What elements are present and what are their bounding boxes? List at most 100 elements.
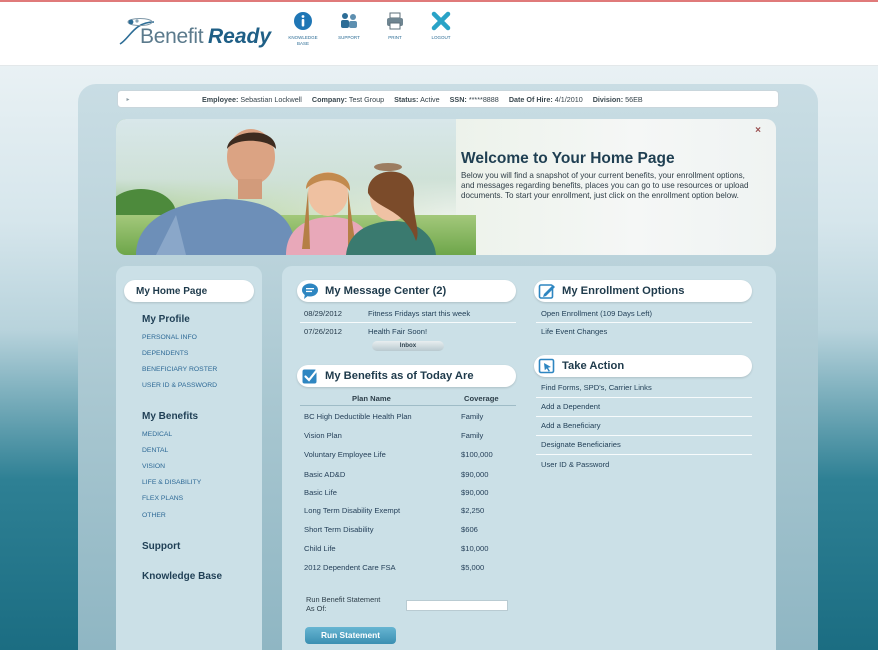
enrollment-option-link[interactable]: Open Enrollment (109 Days Left) — [541, 309, 652, 318]
take-action-link[interactable]: Find Forms, SPD's, Carrier Links — [541, 383, 652, 392]
edit-pencil-icon — [538, 284, 555, 299]
divider — [300, 405, 516, 406]
checkbox-check-icon — [302, 368, 319, 384]
enrollment-options-header: My Enrollment Options — [534, 280, 752, 302]
people-icon — [341, 13, 357, 28]
employee-info-bar: ▸ Employee: Sebastian Lockwell Company: … — [117, 90, 779, 108]
coverage-cell: $2,250 — [461, 506, 485, 515]
take-action-header: Take Action — [534, 355, 752, 377]
nav-logout-label: LOGOUT — [431, 35, 451, 40]
sidebar-item-dental[interactable]: DENTAL — [142, 447, 168, 454]
sidebar-section-benefits[interactable]: My Benefits — [142, 411, 198, 422]
inbox-button[interactable]: Inbox — [372, 341, 444, 351]
take-action-link[interactable]: Add a Dependent — [541, 402, 600, 411]
family-photo — [136, 129, 436, 255]
nav-support-label: SUPPORT — [338, 35, 360, 40]
nav-knowledge-base[interactable]: KNOWLEDGE BASE — [280, 10, 326, 46]
plan-name-cell[interactable]: Short Term Disability — [304, 525, 374, 534]
printer-icon — [387, 12, 403, 30]
x-icon — [431, 11, 451, 31]
coverage-cell: $90,000 — [461, 488, 489, 497]
nav-knowledge-base-label: KNOWLEDGE BASE — [288, 35, 318, 46]
cursor-click-icon — [538, 358, 555, 374]
take-action-title: Take Action — [562, 360, 625, 372]
plan-name-cell[interactable]: Basic AD&D — [304, 470, 345, 479]
enrollment-options-title: My Enrollment Options — [562, 285, 685, 297]
message-subject-link[interactable]: Fitness Fridays start this week — [368, 309, 470, 318]
division-field: Division: 56EB — [592, 94, 643, 104]
plan-name-cell[interactable]: 2012 Dependent Care FSA — [304, 563, 396, 572]
sidebar-item-medical[interactable]: MEDICAL — [142, 431, 172, 438]
message-center-header: My Message Center (2) — [297, 280, 516, 302]
nav-support[interactable]: SUPPORT — [326, 10, 372, 46]
coverage-cell: $606 — [461, 525, 478, 534]
sidebar-item-personal-info[interactable]: PERSONAL INFO — [142, 334, 197, 341]
logo-word-ready: Ready — [208, 25, 272, 48]
sidebar-item-support[interactable]: Support — [142, 541, 180, 552]
plan-name-cell[interactable]: BC High Deductible Health Plan — [304, 412, 412, 421]
divider — [536, 435, 752, 436]
divider — [536, 416, 752, 417]
message-center-title: My Message Center (2) — [325, 285, 447, 297]
benefit-ready-logo[interactable]: Benefit Ready — [118, 16, 278, 50]
welcome-banner: × Welcome to Your Home Page Below you wi… — [116, 119, 776, 255]
divider — [300, 322, 516, 323]
sidebar-item-user-id-password[interactable]: USER ID & PASSWORD — [142, 382, 217, 389]
sidebar-item-life-disability[interactable]: LIFE & DISABILITY — [142, 479, 201, 486]
nav-print-label: PRINT — [388, 35, 402, 40]
message-subject-link[interactable]: Health Fair Soon! — [368, 327, 427, 336]
divider — [536, 322, 752, 323]
enrollment-option-link[interactable]: Life Event Changes — [541, 327, 607, 336]
company-field: Company: Test Group — [311, 94, 385, 104]
app-header: Benefit Ready KNOWLEDGE BASE SUPPORT PRI… — [0, 2, 878, 66]
message-date: 08/29/2012 — [304, 309, 343, 318]
sidebar-item-flex-plans[interactable]: FLEX PLANS — [142, 495, 183, 502]
message-date: 07/26/2012 — [304, 327, 343, 336]
chat-bubble-icon — [302, 283, 318, 299]
sidebar-item-home[interactable]: My Home Page — [124, 280, 254, 302]
plan-name-cell[interactable]: Child Life — [304, 544, 336, 553]
message-row[interactable]: 08/29/2012 — [304, 309, 342, 318]
take-action-link[interactable]: Designate Beneficiaries — [541, 440, 621, 449]
nav-logout[interactable]: LOGOUT — [418, 10, 464, 46]
statement-date-input[interactable] — [406, 600, 508, 611]
hire-date-field: Date Of Hire: 4/1/2010 — [508, 94, 583, 104]
sidebar-item-beneficiary-roster[interactable]: BENEFICIARY ROSTER — [142, 366, 217, 373]
message-row[interactable]: 07/26/2012 — [304, 327, 342, 336]
column-header-coverage: Coverage — [464, 394, 499, 403]
sidebar-section-profile[interactable]: My Profile — [142, 314, 190, 325]
plan-name-cell[interactable]: Basic Life — [304, 488, 337, 497]
status-field: Status: Active — [394, 94, 440, 104]
statement-date-label: Run Benefit Statement As Of: — [306, 595, 381, 613]
logo-word-benefit: Benefit — [140, 25, 204, 48]
plan-name-cell[interactable]: Long Term Disability Exempt — [304, 506, 400, 515]
divider — [536, 454, 752, 455]
welcome-title: Welcome to Your Home Page — [461, 150, 675, 167]
benefits-header: My Benefits as of Today Are — [297, 365, 516, 387]
sidebar-item-knowledge-base[interactable]: Knowledge Base — [142, 571, 222, 582]
divider — [536, 397, 752, 398]
header-nav: KNOWLEDGE BASE SUPPORT PRINT LOGOUT — [280, 10, 464, 46]
benefits-title: My Benefits as of Today Are — [325, 370, 474, 382]
sidebar-item-vision[interactable]: VISION — [142, 463, 165, 470]
coverage-cell: Family — [461, 431, 484, 440]
plan-name-cell[interactable]: Voluntary Employee Life — [304, 450, 386, 459]
coverage-cell: $100,000 — [461, 450, 493, 459]
ssn-field: SSN: *****8888 — [449, 94, 499, 104]
nav-print[interactable]: PRINT — [372, 10, 418, 46]
coverage-cell: $5,000 — [461, 563, 485, 572]
sidebar-item-other[interactable]: OTHER — [142, 512, 166, 519]
coverage-cell: $10,000 — [461, 544, 489, 553]
close-banner-icon[interactable]: × — [755, 125, 761, 136]
take-action-link[interactable]: Add a Beneficiary — [541, 421, 601, 430]
column-header-plan-name: Plan Name — [352, 394, 391, 403]
run-statement-button[interactable]: Run Statement — [305, 627, 396, 644]
employee-field: Employee: Sebastian Lockwell — [202, 94, 302, 104]
coverage-cell: $90,000 — [461, 470, 489, 479]
sidebar-item-dependents[interactable]: DEPENDENTS — [142, 350, 188, 357]
take-action-link[interactable]: User ID & Password — [541, 460, 609, 469]
plan-name-cell[interactable]: Vision Plan — [304, 431, 342, 440]
info-icon — [294, 12, 312, 30]
coverage-cell: Family — [461, 412, 484, 421]
expand-arrow-icon[interactable]: ▸ — [118, 96, 138, 103]
